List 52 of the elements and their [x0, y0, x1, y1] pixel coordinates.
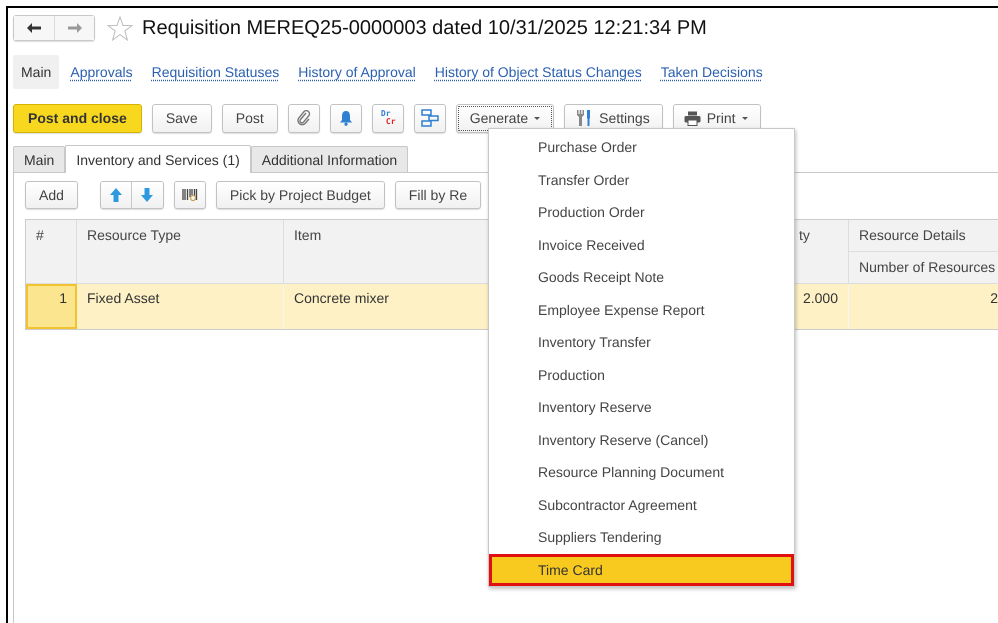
barcode-search-button[interactable]: [174, 181, 206, 209]
window-title: Requisition MEREQ25-0000003 dated 10/31/2025 12:21:34 PM: [142, 16, 707, 40]
dr-cr-button[interactable]: Dr Cr: [372, 104, 404, 132]
post-and-close-button[interactable]: Post and close: [13, 104, 142, 132]
menu-item[interactable]: Purchase Order: [489, 131, 794, 164]
bell-icon: [338, 110, 353, 126]
move-up-button[interactable]: [100, 181, 132, 209]
structure-button[interactable]: [414, 104, 446, 132]
tab[interactable]: Additional Information: [250, 146, 408, 172]
menu-item[interactable]: Resource Planning Document: [489, 456, 794, 488]
section-link[interactable]: History of Approval: [287, 55, 424, 89]
menu-item[interactable]: Production: [489, 358, 794, 391]
table-cell: 1: [26, 284, 77, 329]
toolbar-button[interactable]: Post: [222, 104, 278, 132]
menu-item[interactable]: Inventory Reserve (Cancel): [489, 424, 794, 456]
generate-button[interactable]: Generate: [456, 104, 554, 132]
menu-item[interactable]: Inventory Reserve: [489, 391, 794, 424]
printer-icon: [684, 110, 701, 126]
list-button[interactable]: Add: [25, 181, 78, 209]
section-link[interactable]: Requisition Statuses: [140, 55, 288, 89]
menu-item[interactable]: Inventory Transfer: [489, 326, 794, 358]
star-icon[interactable]: [107, 16, 133, 40]
menu-item[interactable]: Time Card: [489, 554, 794, 586]
list-button[interactable]: Fill by Re: [394, 181, 482, 209]
tab[interactable]: Inventory and Services (1): [65, 145, 251, 173]
down-arrow-icon: [140, 187, 154, 203]
menu-item[interactable]: Transfer Order: [489, 164, 794, 196]
tab[interactable]: Main: [13, 146, 66, 172]
table-cell: Fixed Asset: [77, 284, 284, 329]
table-cell: 2: [849, 284, 998, 329]
section-link[interactable]: Taken Decisions: [650, 55, 771, 89]
barcode-icon: [180, 187, 199, 203]
notification-button[interactable]: [330, 104, 362, 132]
column-header: Resource Type: [77, 220, 284, 283]
menu-item[interactable]: Suppliers Tendering: [489, 521, 794, 554]
menu-item[interactable]: Subcontractor Agreement: [489, 488, 794, 521]
back-button[interactable]: [14, 16, 54, 40]
section-link[interactable]: Approvals: [59, 55, 141, 89]
column-header: Number of Resources: [849, 251, 998, 283]
hierarchy-icon: [420, 109, 439, 127]
column-header: Resource Details: [858, 226, 967, 245]
section-link[interactable]: Main: [13, 55, 60, 89]
toolbar-button[interactable]: Save: [152, 104, 212, 132]
forward-arrow-icon: [66, 22, 82, 34]
up-arrow-icon: [108, 187, 123, 203]
section-link[interactable]: History of Object Status Changes: [424, 55, 650, 89]
list-button[interactable]: Pick by Project Budget: [216, 181, 385, 209]
column-header: #: [26, 220, 77, 283]
paperclip-icon: [296, 110, 311, 126]
attach-button[interactable]: [288, 104, 320, 132]
move-down-button[interactable]: [132, 181, 164, 209]
back-arrow-icon: [26, 22, 42, 34]
